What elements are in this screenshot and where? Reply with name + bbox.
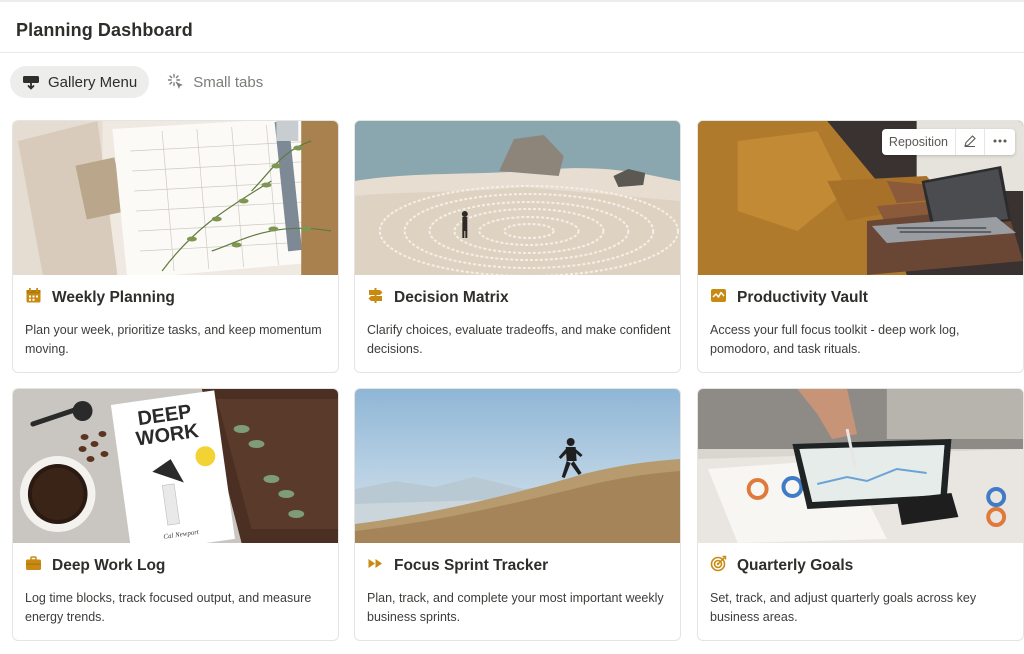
card-description: Set, track, and adjust quarterly goals a… bbox=[710, 591, 977, 624]
briefcase-icon bbox=[25, 555, 42, 577]
cover-toolbar: Reposition bbox=[881, 129, 1015, 155]
card-description: Plan, track, and complete your most impo… bbox=[367, 591, 664, 624]
card-deep-work-log[interactable]: DEEP WORK Cal Newport Deep Work Log Log … bbox=[12, 388, 339, 641]
fast-forward-icon bbox=[367, 555, 384, 577]
card-description: Plan your week, prioritize tasks, and ke… bbox=[25, 323, 322, 356]
tab-gallery-menu-label: Gallery Menu bbox=[48, 73, 138, 91]
top-divider bbox=[0, 0, 1024, 2]
card-title: Deep Work Log bbox=[52, 557, 166, 574]
view-tabs: Gallery Menu Small tabs bbox=[10, 66, 275, 98]
more-options-button[interactable] bbox=[985, 129, 1015, 155]
card-decision-matrix[interactable]: Decision Matrix Clarify choices, evaluat… bbox=[354, 120, 681, 373]
cover-image-planner bbox=[13, 121, 338, 275]
card-title: Productivity Vault bbox=[737, 289, 868, 306]
card-description: Log time blocks, track focused output, a… bbox=[25, 591, 312, 624]
card-productivity-vault[interactable]: Reposition Productivity Vault Access you… bbox=[697, 120, 1024, 373]
card-weekly-planning[interactable]: Weekly Planning Plan your week, prioriti… bbox=[12, 120, 339, 373]
card-title: Decision Matrix bbox=[394, 289, 509, 306]
cover-image-tablet-charts bbox=[698, 389, 1023, 543]
card-focus-sprint-tracker[interactable]: Focus Sprint Tracker Plan, track, and co… bbox=[354, 388, 681, 641]
tab-small-tabs[interactable]: Small tabs bbox=[155, 66, 275, 98]
cover-image-deep-work-book: DEEP WORK Cal Newport bbox=[13, 389, 338, 543]
cover-image-laptop: Reposition bbox=[698, 121, 1023, 275]
page-title: Planning Dashboard bbox=[16, 20, 193, 40]
cover-image-runner bbox=[355, 389, 680, 543]
signpost-icon bbox=[367, 287, 384, 309]
small-tabs-icon bbox=[167, 73, 185, 91]
edit-cover-button[interactable] bbox=[956, 129, 984, 155]
cover-image-labyrinth bbox=[355, 121, 680, 275]
target-icon bbox=[710, 555, 727, 577]
more-icon bbox=[992, 134, 1008, 151]
card-description: Access your full focus toolkit - deep wo… bbox=[710, 323, 960, 356]
card-quarterly-goals[interactable]: Quarterly Goals Set, track, and adjust q… bbox=[697, 388, 1024, 641]
title-divider bbox=[0, 52, 1024, 53]
tab-small-tabs-label: Small tabs bbox=[193, 73, 264, 91]
card-title: Focus Sprint Tracker bbox=[394, 557, 549, 574]
pencil-icon bbox=[963, 134, 977, 151]
calendar-icon bbox=[25, 287, 42, 309]
tab-gallery-menu[interactable]: Gallery Menu bbox=[10, 66, 150, 98]
activity-chart-icon bbox=[710, 287, 727, 309]
card-title: Weekly Planning bbox=[52, 289, 175, 306]
card-description: Clarify choices, evaluate tradeoffs, and… bbox=[367, 323, 671, 356]
reposition-button[interactable]: Reposition bbox=[882, 129, 955, 155]
gallery-menu-icon bbox=[22, 74, 40, 90]
card-title: Quarterly Goals bbox=[737, 557, 854, 574]
